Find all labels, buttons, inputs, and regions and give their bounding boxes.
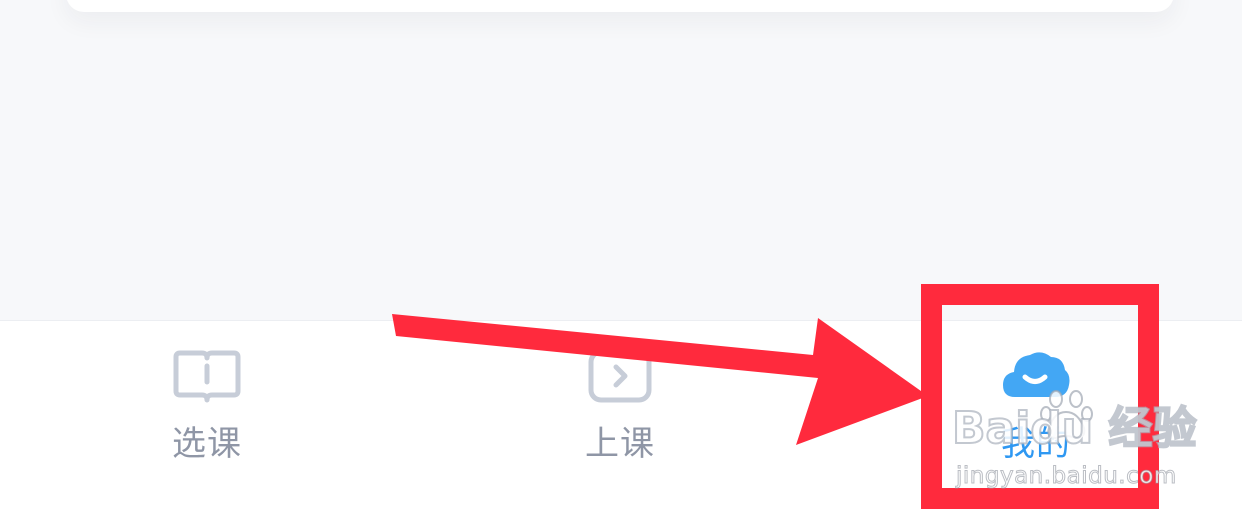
content-card xyxy=(66,0,1174,12)
play-class-icon xyxy=(585,345,655,407)
bottom-tab-bar: 选课 上课 我的 xyxy=(0,320,1242,521)
cloud-smile-icon xyxy=(1001,345,1071,407)
tab-attend-class[interactable]: 上课 xyxy=(540,321,700,481)
course-book-icon xyxy=(172,345,242,407)
tab-mine[interactable]: 我的 xyxy=(956,321,1116,481)
tab-select-course[interactable]: 选课 xyxy=(127,321,287,481)
tab-select-course-label: 选课 xyxy=(172,424,242,464)
tab-mine-label: 我的 xyxy=(1001,424,1071,464)
tab-attend-class-label: 上课 xyxy=(585,424,655,464)
